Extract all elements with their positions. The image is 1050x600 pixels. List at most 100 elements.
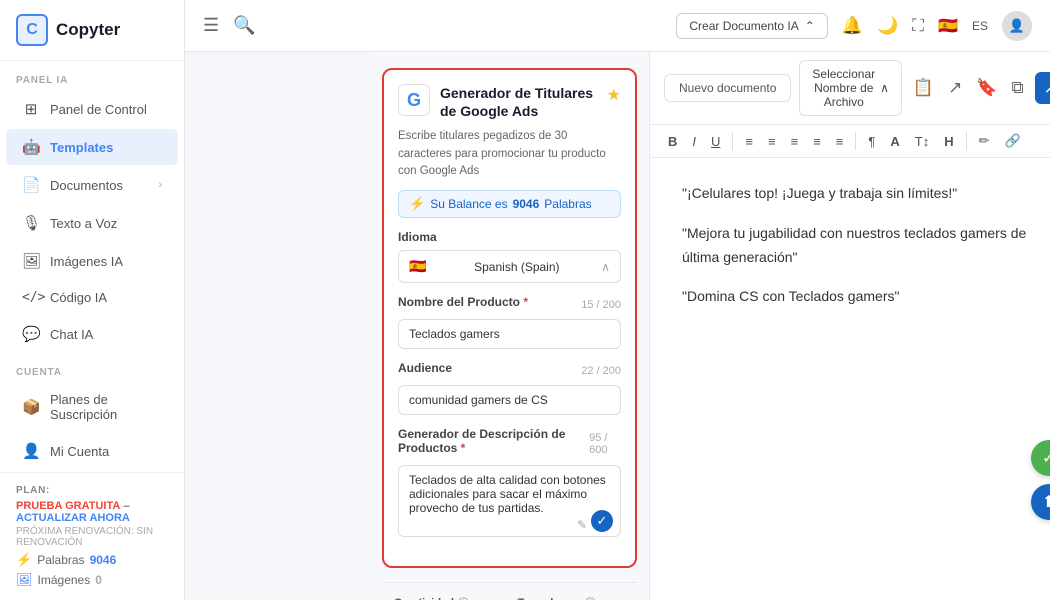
align-right-button[interactable]: ≡ (785, 131, 805, 152)
sidebar-item-mi-cuenta[interactable]: 👤 Mi Cuenta (6, 433, 178, 469)
sidebar-item-templates[interactable]: 🤖 Templates (6, 129, 178, 165)
mic-icon: 🎙 (22, 214, 40, 232)
bold-button[interactable]: B (662, 131, 683, 152)
idioma-select[interactable]: 🇪🇸 Spanish (Spain) ∧ (398, 250, 621, 283)
credits-plan-label: PLAN: (16, 485, 168, 496)
tono-info-icon[interactable]: ⓘ (585, 595, 596, 600)
format-separator-3 (966, 132, 967, 150)
desc-count: 95 / 600 (589, 432, 621, 456)
sidebar: C Copyter PANEL IA ⊞ Panel de Control 🤖 … (0, 0, 185, 600)
underline-button[interactable]: U (705, 131, 726, 152)
chevron-up-icon: ∧ (601, 260, 610, 274)
italic-button[interactable]: I (686, 131, 702, 152)
editor-toolbar-icons: 📋 ↗ 🔖 ⧉ ↗ (910, 72, 1050, 104)
font-size-button[interactable]: T↕ (909, 131, 935, 152)
fullscreen-icon[interactable]: ⛶ (912, 16, 924, 36)
format-bar: B I U ≡ ≡ ≡ ≡ ≡ ¶ A T↕ H ✏ 🔗 (650, 125, 1050, 158)
edit-icon[interactable]: ✎ (577, 518, 587, 532)
check-float-button[interactable]: ✓ (1031, 440, 1050, 476)
credits-palabras-row: ⚡ Palabras 9046 (16, 552, 168, 568)
share-icon[interactable]: ↗ (945, 75, 965, 101)
sidebar-item-panel-control[interactable]: ⊞ Panel de Control (6, 91, 178, 127)
user-icon: 👤 (22, 442, 40, 460)
palabras-val: 9046 (90, 553, 117, 567)
sidebar-item-chat-ia[interactable]: 💬 Chat IA (6, 316, 178, 352)
search-icon[interactable]: 🔍 (233, 15, 255, 36)
plan-free-text: PRUEBA GRATUITA (16, 500, 120, 512)
code-icon: </> (22, 290, 40, 305)
spain-flag-icon: 🇪🇸 (409, 258, 426, 275)
export-button[interactable]: ↗ (1035, 72, 1050, 104)
balance-value: 9046 (513, 197, 540, 211)
link-button[interactable]: 🔗 (999, 130, 1027, 152)
align-center-button[interactable]: ≡ (762, 131, 782, 152)
credits-renew-label: PRÓXIMA RENOVACIÓN: SIN RENOVACIÓN (16, 526, 168, 548)
creatividad-group: Creatividad ⓘ Media ∨ (394, 595, 502, 600)
chat-icon: 💬 (22, 325, 40, 343)
sidebar-item-planes[interactable]: 📦 Planes de Suscripción (6, 383, 178, 431)
section-cuenta-label: CUENTA (0, 353, 184, 382)
tono-group: Tono de voz ⓘ Casual ∨ (518, 595, 626, 600)
logo-name: Copyter (56, 20, 120, 40)
star-icon[interactable]: ★ (607, 85, 621, 105)
image-icon-small: 🖼 (16, 572, 33, 588)
sidebar-item-documentos[interactable]: 📄 Documentos › (6, 167, 178, 203)
credits-section: PLAN: PRUEBA GRATUITA – ACTUALIZAR AHORA… (0, 472, 184, 600)
hamburger-icon[interactable]: ☰ (203, 15, 219, 36)
idioma-value: Spanish (Spain) (474, 260, 559, 274)
align-left-button[interactable]: ≡ (739, 131, 759, 152)
product-input[interactable] (398, 319, 621, 349)
editor-area[interactable]: "¡Celulares top! ¡Juega y trabaja sin lí… (650, 158, 1050, 600)
select-archive-button[interactable]: Seleccionar Nombre de Archivo ∧ (799, 60, 902, 116)
scroll-top-float-button[interactable]: ⬆ (1031, 484, 1050, 520)
align-justify-button[interactable]: ≡ (807, 131, 827, 152)
plan-update-link[interactable]: ACTUALIZAR AHORA (16, 512, 130, 524)
sidebar-item-imagenes-ia[interactable]: 🖼 Imágenes IA (6, 243, 178, 279)
bolt-icon: ⚡ (16, 552, 32, 568)
desc-textarea[interactable]: Teclados de alta calidad con botones adi… (398, 465, 621, 537)
right-panel-wrap: Nuevo documento Seleccionar Nombre de Ar… (650, 52, 1050, 600)
audience-field-row: Audience 22 / 200 (398, 361, 621, 381)
sidebar-item-label: Panel de Control (50, 102, 147, 117)
chevron-right-icon: › (158, 179, 162, 191)
nuevo-documento-button[interactable]: Nuevo documento (664, 74, 791, 102)
paragraph-button[interactable]: ¶ (862, 131, 881, 152)
format-separator-1 (732, 132, 733, 150)
imagenes-val: 0 (95, 573, 102, 587)
sidebar-item-texto-voz[interactable]: 🎙 Texto a Voz (6, 205, 178, 241)
format-separator-2 (855, 132, 856, 150)
crear-chevron-icon: ⌃ (805, 19, 815, 33)
balance-prefix: Su Balance es (430, 197, 507, 211)
top-navbar: ☰ 🔍 Crear Documento IA ⌃ 🔔 🌙 ⛶ 🇪🇸 ES 👤 (185, 0, 1050, 52)
plan-sep: – (123, 500, 129, 512)
template-card-header: G Generador de Titulares de Google Ads ★ (398, 84, 621, 120)
list-button[interactable]: ≡ (830, 131, 850, 152)
heading-button[interactable]: H (938, 131, 959, 152)
sidebar-item-label: Documentos (50, 178, 123, 193)
check-icon: ✓ (591, 510, 613, 532)
creatividad-info-icon[interactable]: ⓘ (458, 595, 469, 600)
duplicate-icon[interactable]: ⧉ (1009, 75, 1027, 101)
moon-icon[interactable]: 🌙 (877, 16, 898, 36)
bolt-icon: ⚡ (409, 196, 425, 212)
balance-badge: ⚡ Su Balance es 9046 Palabras (398, 190, 621, 218)
section-panel-label: PANEL IA (0, 61, 184, 90)
sidebar-item-label: Texto a Voz (50, 216, 117, 231)
palabras-label: Palabras (37, 553, 84, 567)
bookmark-icon[interactable]: 🔖 (973, 75, 1000, 101)
credits-imagenes-row: 🖼 Imágenes 0 (16, 572, 168, 588)
editor-line-3: "Domina CS con Teclados gamers" (682, 285, 1049, 309)
chevron-up-archive-icon: ∧ (880, 81, 889, 95)
audience-input[interactable] (398, 385, 621, 415)
copy-doc-icon[interactable]: 📋 (910, 75, 937, 101)
pen-button[interactable]: ✏ (973, 130, 996, 152)
bell-icon[interactable]: 🔔 (842, 16, 863, 36)
template-title: Generador de Titulares de Google Ads (440, 84, 597, 120)
crear-documento-button[interactable]: Crear Documento IA ⌃ (676, 13, 827, 39)
font-color-button[interactable]: A (884, 131, 905, 152)
doc-icon: 📄 (22, 176, 40, 194)
image-icon: 🖼 (22, 252, 40, 270)
product-label: Nombre del Producto * (398, 295, 528, 309)
user-avatar[interactable]: 👤 (1002, 11, 1032, 41)
sidebar-item-codigo-ia[interactable]: </> Código IA (6, 281, 178, 314)
